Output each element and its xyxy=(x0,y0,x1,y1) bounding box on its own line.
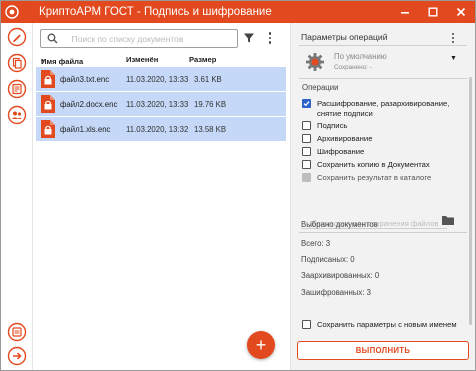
checkbox[interactable] xyxy=(302,320,311,329)
file-modified: 11.03.2020, 13:33 xyxy=(126,75,189,84)
save-params-label: Сохранить параметры с новым именем xyxy=(317,320,457,329)
window-controls xyxy=(391,1,475,23)
operations-panel: Параметры операций По умолчанию Сохранен… xyxy=(290,23,475,370)
column-modified[interactable]: Изменён xyxy=(126,55,158,64)
file-size: 3.61 KB xyxy=(194,75,222,84)
app-window: КриптоАРМ ГОСТ - Подпись и шифрование По… xyxy=(0,0,476,371)
stat-encrypted: Зашифрованных: 3 xyxy=(301,288,371,297)
op-save-dir-checkbox: Сохранить результат в каталоге xyxy=(302,173,431,183)
certificates-icon[interactable] xyxy=(7,79,27,99)
minimize-icon[interactable] xyxy=(391,1,419,23)
profile-name[interactable]: По умолчанию xyxy=(334,52,387,61)
help-icon[interactable] xyxy=(7,322,27,342)
operations-title: Операции xyxy=(302,83,339,92)
file-name: файл2.docx.enc xyxy=(60,100,118,109)
file-modified: 11.03.2020, 13:32 xyxy=(126,125,189,134)
op-sign-checkbox[interactable]: Подпись xyxy=(302,121,347,131)
op-archive-checkbox[interactable]: Архивирование xyxy=(302,134,372,144)
op-save-copy-label: Сохранить копию в Документах xyxy=(317,160,430,169)
file-name: файл3.txt.enc xyxy=(60,75,110,84)
table-header: Имя файла * Изменён Размер xyxy=(41,55,217,66)
op-save-copy-checkbox[interactable]: Сохранить копию в Документах xyxy=(302,160,430,170)
op-encrypt-label: Шифрование xyxy=(317,147,365,156)
filter-icon[interactable] xyxy=(243,31,257,45)
op-encrypt-checkbox[interactable]: Шифрование xyxy=(302,147,364,157)
column-size[interactable]: Размер xyxy=(189,55,216,64)
window-title: КриптоАРМ ГОСТ - Подпись и шифрование xyxy=(39,6,272,18)
file-name: файл1.xls.enc xyxy=(60,125,111,134)
divider xyxy=(299,232,467,233)
op-archive-label: Архивирование xyxy=(317,134,373,143)
op-decrypt-label: Расшифрование, разархивирование, снятие … xyxy=(317,99,450,118)
op-decrypt-checkbox[interactable]: Расшифрование, разархивирование, снятие … xyxy=(302,99,467,119)
selected-documents-title: Выбрано документов xyxy=(301,220,378,229)
title-bar: КриптоАРМ ГОСТ - Подпись и шифрование xyxy=(1,1,475,23)
encrypted-file-icon xyxy=(40,119,56,139)
documents-panel: Имя файла * Изменён Размер файл3.txt.enc… xyxy=(33,23,289,370)
stat-signed: Подписаных: 0 xyxy=(301,255,355,264)
search-input[interactable] xyxy=(71,33,237,44)
sign-icon[interactable] xyxy=(7,27,27,47)
checkbox[interactable] xyxy=(302,134,311,143)
sort-marker: * xyxy=(41,57,44,66)
checkbox[interactable] xyxy=(302,160,311,169)
checkbox-disabled xyxy=(302,173,311,182)
stat-archived: Заархивированных: 0 xyxy=(301,271,380,280)
profile-saved-status: Сохранено: - xyxy=(334,64,372,71)
checkbox-checked-icon[interactable] xyxy=(302,99,311,108)
app-logo-icon xyxy=(1,1,23,23)
documents-icon[interactable] xyxy=(7,53,27,73)
file-modified: 11.03.2020, 13:33 xyxy=(126,100,189,109)
documents-list: файл3.txt.enc 11.03.2020, 13:33 3.61 KB … xyxy=(36,67,286,142)
scrollbar[interactable] xyxy=(469,77,472,325)
exit-icon[interactable] xyxy=(7,346,27,366)
add-document-button[interactable]: + xyxy=(247,331,275,359)
contacts-icon[interactable] xyxy=(7,105,27,125)
search-box xyxy=(40,29,238,48)
file-size: 19.76 KB xyxy=(194,100,227,109)
maximize-icon[interactable] xyxy=(419,1,447,23)
settings-gear-icon xyxy=(304,51,326,73)
table-row[interactable]: файл1.xls.enc 11.03.2020, 13:32 13.58 KB xyxy=(36,117,286,141)
file-size: 13.58 KB xyxy=(194,125,227,134)
operations-more-icon[interactable] xyxy=(450,31,456,45)
checkbox[interactable] xyxy=(302,121,311,130)
table-row[interactable]: файл2.docx.enc 11.03.2020, 13:33 19.76 K… xyxy=(36,92,286,116)
sidebar xyxy=(1,23,33,370)
profile-dropdown-icon[interactable]: ▼ xyxy=(450,55,457,62)
save-params-checkbox[interactable]: Сохранить параметры с новым именем xyxy=(302,320,457,329)
search-icon xyxy=(44,33,62,44)
execute-button[interactable]: ВЫПОЛНИТЬ xyxy=(297,341,469,360)
divider xyxy=(299,45,467,46)
stat-total: Всего: 3 xyxy=(301,239,331,248)
op-sign-label: Подпись xyxy=(317,121,348,130)
encrypted-file-icon xyxy=(40,69,56,89)
folder-icon[interactable] xyxy=(441,213,455,225)
documents-more-icon[interactable] xyxy=(266,30,274,46)
op-save-dir-label: Сохранить результат в каталоге xyxy=(317,173,432,182)
operations-panel-title: Параметры операций xyxy=(301,32,388,42)
table-row[interactable]: файл3.txt.enc 11.03.2020, 13:33 3.61 KB xyxy=(36,67,286,91)
encrypted-file-icon xyxy=(40,94,56,114)
checkbox[interactable] xyxy=(302,147,311,156)
close-icon[interactable] xyxy=(447,1,475,23)
divider xyxy=(299,78,467,79)
